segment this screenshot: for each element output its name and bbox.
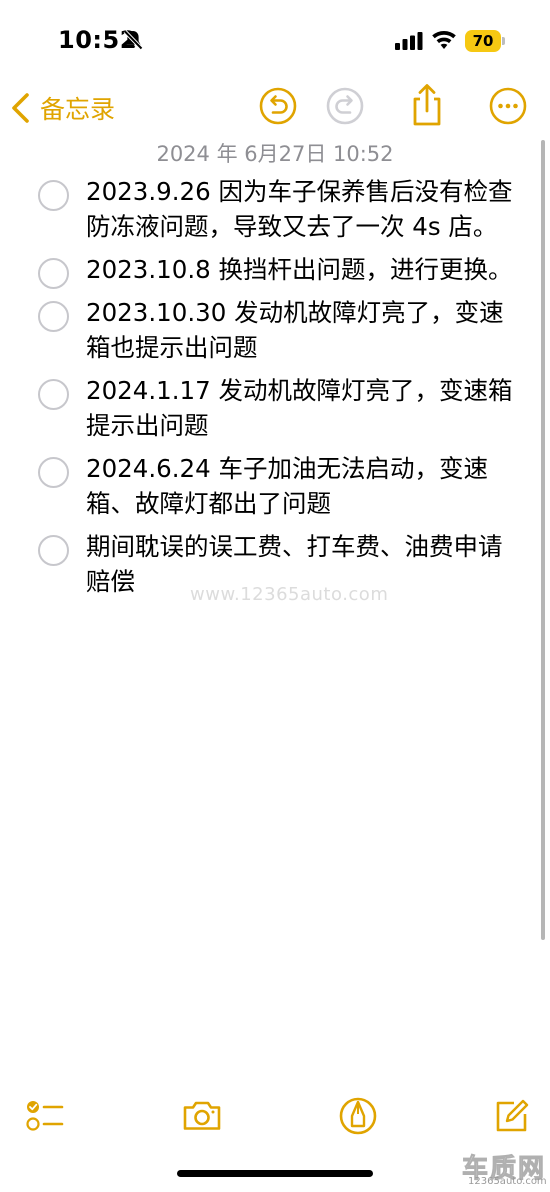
checklist-item: 2024.1.17 发动机故障灯亮了，变速箱提示出问题 <box>0 373 550 443</box>
cellular-signal-icon <box>395 32 423 50</box>
markup-pen-icon[interactable] <box>336 1094 380 1138</box>
checklist: 2023.9.26 因为车子保养售后没有检查防冻液问题，导致又去了一次 4s 店… <box>0 174 550 607</box>
chevron-left-icon <box>12 93 29 123</box>
checklist-item-text[interactable]: 2023.10.8 换挡杆出问题，进行更换。 <box>86 252 522 287</box>
undo-icon[interactable] <box>258 86 298 126</box>
checkbox-circle[interactable] <box>38 457 69 488</box>
share-icon[interactable] <box>408 82 446 128</box>
checkbox-circle[interactable] <box>38 258 69 289</box>
home-indicator[interactable] <box>177 1170 373 1177</box>
back-label: 备忘录 <box>40 95 116 124</box>
bell-slash-icon <box>123 30 143 50</box>
checklist-item-text[interactable]: 2023.10.30 发动机故障灯亮了，变速箱也提示出问题 <box>86 295 522 365</box>
scroll-indicator[interactable] <box>541 140 545 940</box>
note-date: 2024 年 6月27日 10:52 <box>156 142 394 166</box>
battery-tip <box>502 37 505 45</box>
watermark: www.12365auto.com <box>190 584 389 605</box>
checklist-item: 2024.6.24 车子加油无法启动，变速箱、故障灯都出了问题 <box>0 451 550 521</box>
checklist-icon[interactable] <box>24 1094 68 1138</box>
camera-icon[interactable] <box>180 1094 224 1138</box>
wifi-icon <box>432 30 456 49</box>
bottom-toolbar <box>0 1088 550 1144</box>
checkbox-circle[interactable] <box>38 379 69 410</box>
checkbox-circle[interactable] <box>38 301 69 332</box>
status-bar: 10:52 70 <box>0 0 550 80</box>
back-button[interactable]: 备忘录 <box>10 86 115 130</box>
redo-icon[interactable] <box>325 86 365 126</box>
site-logo: 车质网 12365auto.com <box>454 1148 547 1190</box>
nav-bar: 备忘录 <box>0 80 550 136</box>
checklist-item: 2023.9.26 因为车子保养售后没有检查防冻液问题，导致又去了一次 4s 店… <box>0 174 550 244</box>
battery-icon: 70 <box>465 30 505 52</box>
checklist-item: 2023.10.8 换挡杆出问题，进行更换。 <box>0 252 550 289</box>
checklist-item-text[interactable]: 2024.6.24 车子加油无法启动，变速箱、故障灯都出了问题 <box>86 451 522 521</box>
checkbox-circle[interactable] <box>38 535 69 566</box>
checklist-item: 2023.10.30 发动机故障灯亮了，变速箱也提示出问题 <box>0 295 550 365</box>
more-icon[interactable] <box>488 86 528 126</box>
checklist-item-text[interactable]: 2024.1.17 发动机故障灯亮了，变速箱提示出问题 <box>86 373 522 443</box>
checklist-item-text[interactable]: 2023.9.26 因为车子保养售后没有检查防冻液问题，导致又去了一次 4s 店… <box>86 174 522 244</box>
logo-url: 12365auto.com <box>468 1176 547 1187</box>
compose-icon[interactable] <box>490 1094 534 1138</box>
checkbox-circle[interactable] <box>38 180 69 211</box>
battery-level: 70 <box>472 32 494 50</box>
